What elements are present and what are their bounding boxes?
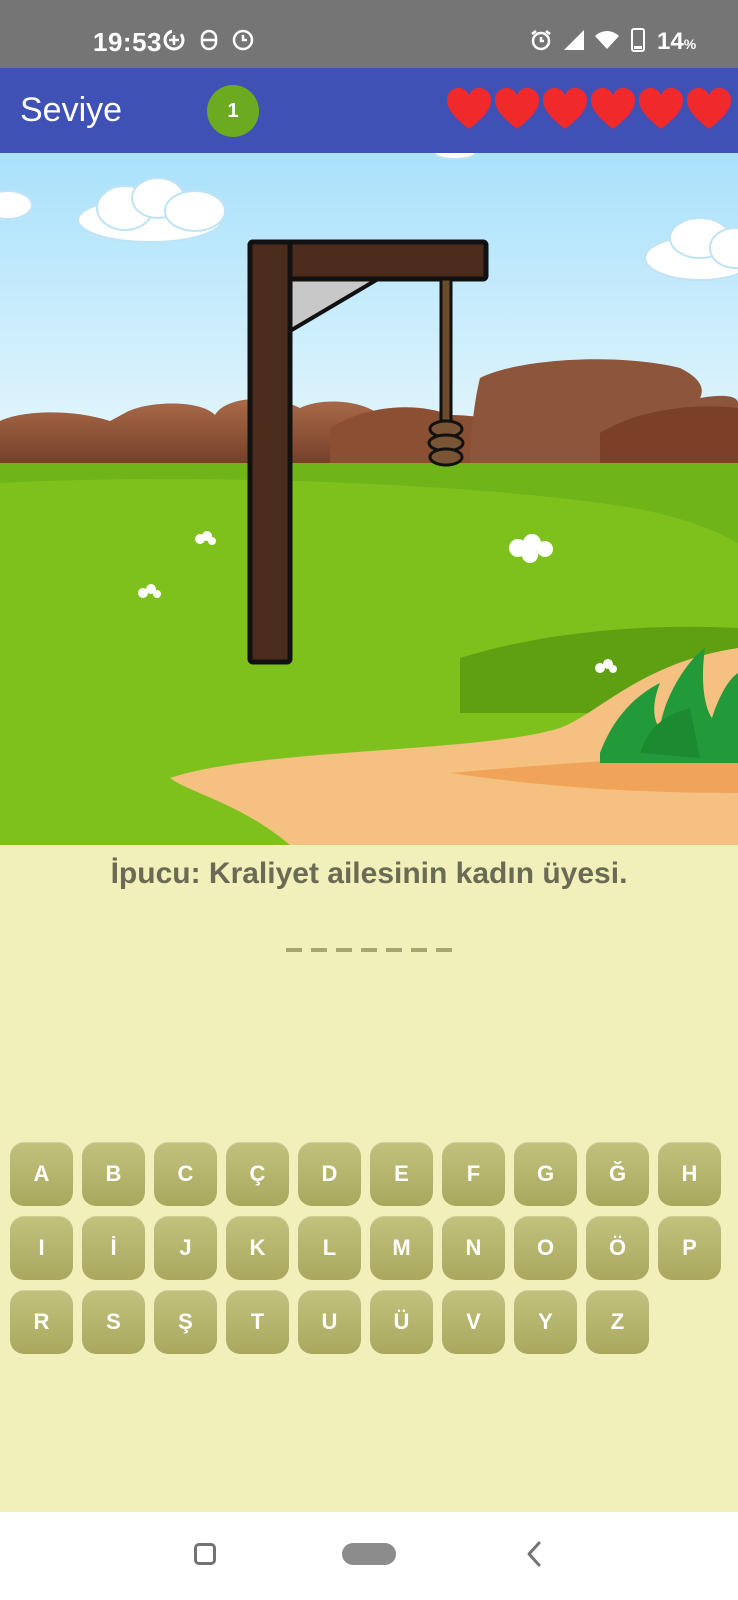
letter-key[interactable]: U xyxy=(298,1290,361,1354)
hangman-scene xyxy=(0,153,738,845)
back-button[interactable] xyxy=(522,1539,546,1569)
letter-key[interactable]: A xyxy=(10,1142,73,1206)
letter-key[interactable]: Ş xyxy=(154,1290,217,1354)
letter-key[interactable]: O xyxy=(514,1216,577,1280)
alarm-icon xyxy=(531,30,551,51)
letter-key[interactable]: İ xyxy=(82,1216,145,1280)
letter-key[interactable]: K xyxy=(226,1216,289,1280)
scene-illustration xyxy=(0,153,738,845)
hint-text: İpucu: Kraliyet ailesinin kadın üyesi. xyxy=(110,857,628,890)
letter-key[interactable]: L xyxy=(298,1216,361,1280)
letter-key[interactable]: Ğ xyxy=(586,1142,649,1206)
level-badge: 1 xyxy=(207,85,259,137)
heart-icon xyxy=(687,88,731,129)
app-bar: Seviye 1 xyxy=(0,68,738,153)
letter-key[interactable]: Z xyxy=(586,1290,649,1354)
letter-slot xyxy=(336,948,352,952)
letter-key[interactable]: G xyxy=(514,1142,577,1206)
letter-slot xyxy=(286,948,302,952)
letter-key[interactable]: M xyxy=(370,1216,433,1280)
wifi-icon xyxy=(595,31,619,49)
letter-key[interactable]: J xyxy=(154,1216,217,1280)
letter-key[interactable]: Ö xyxy=(586,1216,649,1280)
letter-key[interactable]: C xyxy=(154,1142,217,1206)
keyboard-row: RSŞTUÜVYZ xyxy=(10,1290,726,1354)
status-bar: 19:53 14% xyxy=(0,0,738,68)
letter-key[interactable]: P xyxy=(658,1216,721,1280)
navigation-bar xyxy=(0,1512,738,1600)
letter-key[interactable]: N xyxy=(442,1216,505,1280)
letter-key[interactable]: Y xyxy=(514,1290,577,1354)
lives-indicator xyxy=(446,87,732,135)
keyboard-row: IİJKLMNOÖP xyxy=(10,1216,726,1280)
heart-icon xyxy=(543,88,587,129)
signal-icon xyxy=(564,30,584,50)
game-panel: İpucu: Kraliyet ailesinin kadın üyesi. A… xyxy=(0,845,738,1512)
letter-key[interactable]: H xyxy=(658,1142,721,1206)
letter-key[interactable]: B xyxy=(82,1142,145,1206)
privacy-icon xyxy=(200,29,218,51)
letter-slot xyxy=(311,948,327,952)
recent-apps-button[interactable] xyxy=(194,1543,216,1565)
letter-key[interactable]: V xyxy=(442,1290,505,1354)
letter-slot xyxy=(436,948,452,952)
heart-icon xyxy=(591,88,635,129)
letter-key[interactable]: Ü xyxy=(370,1290,433,1354)
status-time: 19:53 xyxy=(93,27,162,57)
heart-icon xyxy=(495,88,539,129)
keyboard-row: ABCÇDEFGĞH xyxy=(10,1142,726,1206)
battery-percentage: 14% xyxy=(657,28,697,55)
page-title: Seviye xyxy=(20,91,123,129)
letter-keyboard: ABCÇDEFGĞH IİJKLMNOÖP RSŞTUÜVYZ xyxy=(10,1142,726,1364)
letter-key[interactable]: F xyxy=(442,1142,505,1206)
home-button[interactable] xyxy=(342,1543,396,1565)
heart-icon xyxy=(447,88,491,129)
letter-key[interactable]: R xyxy=(10,1290,73,1354)
word-slots xyxy=(0,948,738,952)
letter-key[interactable]: I xyxy=(10,1216,73,1280)
letter-key[interactable]: S xyxy=(82,1290,145,1354)
data-saver-icon xyxy=(163,29,185,51)
battery-icon xyxy=(631,28,645,52)
clock-icon xyxy=(232,29,254,51)
letter-key[interactable]: D xyxy=(298,1142,361,1206)
heart-icon xyxy=(639,88,683,129)
letter-slot xyxy=(411,948,427,952)
letter-key[interactable]: T xyxy=(226,1290,289,1354)
letter-key[interactable]: E xyxy=(370,1142,433,1206)
letter-slot xyxy=(361,948,377,952)
letter-key[interactable]: Ç xyxy=(226,1142,289,1206)
letter-slot xyxy=(386,948,402,952)
